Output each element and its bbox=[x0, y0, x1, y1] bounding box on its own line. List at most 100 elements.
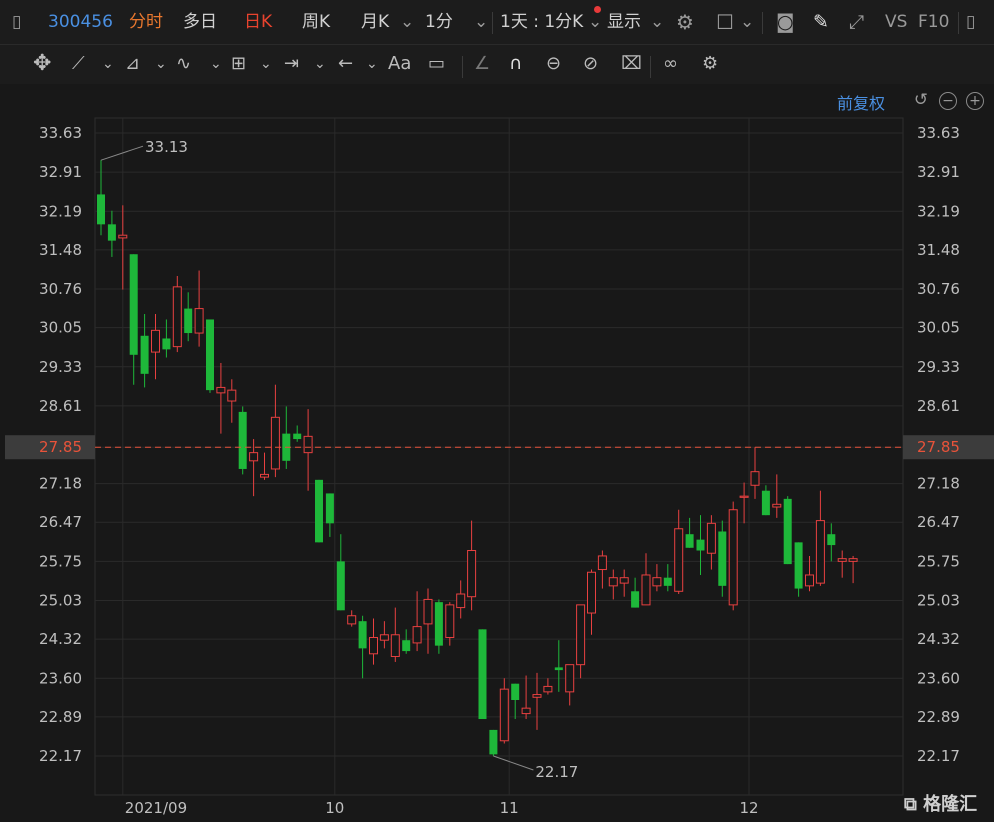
crosshair-value-label: 27.85 bbox=[39, 438, 82, 456]
candle-body-down bbox=[478, 629, 487, 720]
candle-body-down bbox=[554, 667, 563, 671]
candle-body-up bbox=[815, 520, 825, 584]
y-tick-label-left: 28.61 bbox=[39, 397, 82, 415]
candle-body-down bbox=[315, 479, 323, 543]
y-tick-label-left: 22.17 bbox=[39, 747, 82, 765]
candle-body-up bbox=[227, 389, 237, 402]
candle-body-up bbox=[706, 522, 716, 554]
candle-body-up bbox=[456, 593, 466, 609]
y-tick-label-left: 27.18 bbox=[39, 475, 82, 493]
candle-body-down bbox=[107, 224, 116, 241]
y-tick-label-right: 30.05 bbox=[917, 319, 960, 337]
y-tick-label-left: 29.33 bbox=[39, 358, 82, 376]
crosshair-value-label: 27.85 bbox=[917, 438, 960, 456]
candle-body-up bbox=[379, 634, 389, 641]
candle-body-up bbox=[423, 598, 433, 625]
candle-body-down bbox=[336, 561, 345, 611]
y-tick-label-left: 23.60 bbox=[39, 669, 82, 687]
high-annotation-label: 33.13 bbox=[145, 138, 188, 156]
candle-body-down bbox=[761, 490, 770, 516]
y-tick-label-left: 31.48 bbox=[39, 241, 82, 259]
y-tick-label-right: 30.76 bbox=[917, 280, 960, 298]
candle-body-up bbox=[837, 558, 847, 562]
candle-body-down bbox=[434, 602, 443, 646]
candle-body-down bbox=[402, 640, 411, 652]
y-tick-label-right: 32.19 bbox=[917, 202, 960, 220]
candle-body-up bbox=[565, 664, 575, 693]
candle-body-down bbox=[184, 308, 193, 334]
candle-body-down bbox=[293, 433, 302, 440]
y-tick-label-left: 30.05 bbox=[39, 319, 82, 337]
candle-body-up bbox=[216, 386, 226, 394]
high-annotation-line bbox=[100, 145, 144, 161]
low-annotation-line bbox=[493, 755, 534, 771]
y-tick-label-left: 32.91 bbox=[39, 163, 82, 181]
y-tick-label-right: 31.48 bbox=[917, 241, 960, 259]
plot-frame bbox=[94, 117, 904, 796]
candle-body-down bbox=[663, 577, 672, 586]
y-tick-label-right: 27.18 bbox=[917, 475, 960, 493]
candle-body-down bbox=[206, 319, 214, 391]
y-tick-label-left: 26.47 bbox=[39, 513, 82, 531]
x-tick-label: 2021/09 bbox=[125, 799, 187, 817]
candle-body-up bbox=[619, 577, 629, 584]
candle-body-down bbox=[783, 498, 792, 565]
y-tick-label-left: 32.19 bbox=[39, 202, 82, 220]
candle-body-up bbox=[499, 688, 509, 742]
candle-body-up bbox=[587, 571, 596, 614]
y-tick-label-right: 33.63 bbox=[917, 124, 960, 142]
candle-body-down bbox=[325, 493, 334, 524]
candle-body-down bbox=[140, 335, 149, 374]
x-tick-label: 10 bbox=[325, 799, 344, 817]
candle-body-down bbox=[238, 411, 247, 469]
candle-body-up bbox=[412, 626, 422, 644]
candle-body-up bbox=[390, 634, 400, 658]
candle-body-up bbox=[848, 558, 858, 562]
candle-body-up bbox=[151, 329, 160, 353]
candle-body-up bbox=[194, 308, 204, 334]
y-tick-label-left: 30.76 bbox=[39, 280, 82, 298]
y-tick-label-right: 29.33 bbox=[917, 358, 960, 376]
watermark-logo: ⧉ 格隆汇 bbox=[904, 794, 978, 815]
x-axis: 2021/09 10 11 12 bbox=[125, 799, 759, 817]
candle-body-down bbox=[97, 194, 105, 225]
candle-body-down bbox=[685, 534, 694, 548]
candle-body-down bbox=[631, 591, 640, 608]
y-tick-label-right: 25.03 bbox=[917, 592, 960, 610]
candle-body-up bbox=[260, 473, 269, 478]
y-tick-label-right: 24.32 bbox=[917, 630, 960, 648]
candle-body-up bbox=[652, 577, 662, 587]
candle-body-up bbox=[249, 452, 259, 462]
candle-body-down bbox=[358, 621, 367, 649]
candle-body-up bbox=[543, 685, 553, 693]
y-tick-label-right: 22.17 bbox=[917, 747, 960, 765]
y-tick-label-right: 28.61 bbox=[917, 397, 960, 415]
y-tick-label-left: 24.32 bbox=[39, 630, 82, 648]
candle-body-up bbox=[445, 604, 455, 638]
candle-body-up bbox=[303, 435, 313, 454]
candle-body-up bbox=[805, 574, 814, 587]
candle-body-down bbox=[718, 531, 727, 586]
annotations: 33.13 22.17 bbox=[100, 138, 578, 781]
candle-body-up bbox=[674, 528, 684, 592]
y-tick-label-right: 22.89 bbox=[917, 708, 960, 726]
candle-body-up bbox=[772, 503, 782, 508]
candle-body-down bbox=[794, 542, 803, 589]
low-annotation-label: 22.17 bbox=[535, 763, 578, 781]
candle-body-up bbox=[521, 707, 531, 715]
candle-body-down bbox=[827, 534, 836, 546]
y-tick-label-left: 25.03 bbox=[39, 592, 82, 610]
y-tick-label-right: 26.47 bbox=[917, 513, 960, 531]
candle-body-up bbox=[118, 234, 128, 239]
candle-body-up bbox=[641, 574, 651, 606]
grid bbox=[94, 117, 904, 796]
candle-body-up bbox=[750, 471, 760, 486]
candle-body-up bbox=[172, 286, 182, 348]
candle-body-down bbox=[129, 254, 138, 355]
x-tick-label: 11 bbox=[500, 799, 519, 817]
candlestick-chart[interactable]: 33.63 32.91 32.19 31.48 30.76 30.05 29.33 28.61… bbox=[0, 0, 994, 822]
candle-body-down bbox=[162, 338, 171, 350]
y-tick-label-left: 25.75 bbox=[39, 552, 82, 570]
candle-body-down bbox=[489, 729, 498, 755]
y-tick-label-right: 25.75 bbox=[917, 552, 960, 570]
